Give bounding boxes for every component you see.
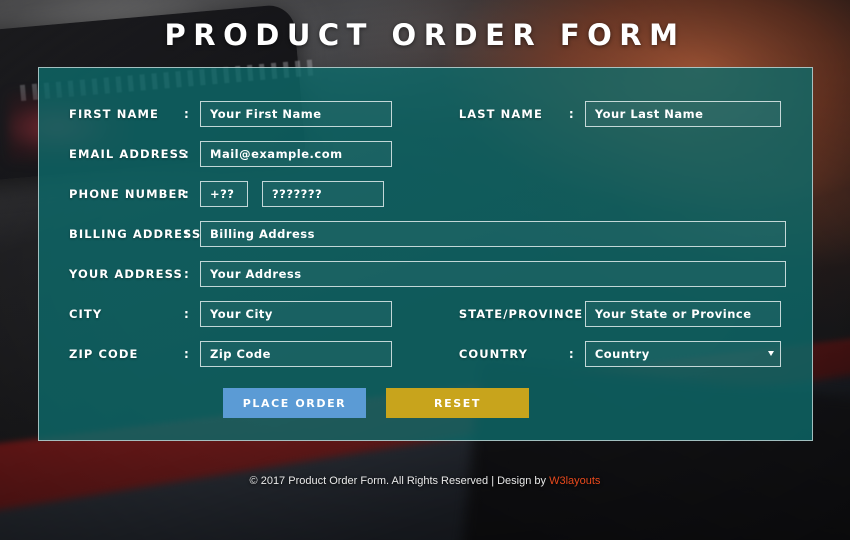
your-address-input[interactable] <box>200 261 786 287</box>
field-group-billing-address: BILLING ADDRESS : <box>69 214 786 254</box>
form-row: FIRST NAME : LAST NAME : <box>69 94 782 134</box>
footer: © 2017 Product Order Form. All Rights Re… <box>0 475 850 487</box>
billing-address-input[interactable] <box>200 221 786 247</box>
field-group-your-address: YOUR ADDRESS : <box>69 254 786 294</box>
phone-number-input[interactable] <box>262 181 384 207</box>
label-last-name: LAST NAME <box>458 107 543 121</box>
label-colon: : <box>568 347 574 361</box>
field-group-email: EMAIL ADDRESS : <box>69 134 461 174</box>
form-row: EMAIL ADDRESS : <box>69 134 782 174</box>
label-colon: : <box>184 107 189 121</box>
w3layouts-link[interactable]: W3layouts <box>549 475 600 487</box>
label-country: COUNTRY <box>458 347 529 361</box>
field-group-zip-code: ZIP CODE : <box>69 334 459 374</box>
field-group-country: COUNTRY : Country <box>459 334 782 374</box>
label-city: CITY <box>69 307 103 321</box>
label-colon: : <box>184 307 189 321</box>
form-row: ZIP CODE : COUNTRY : Country <box>69 334 782 374</box>
field-group-last-name: LAST NAME : <box>459 94 782 134</box>
city-input[interactable] <box>200 301 392 327</box>
label-zip-code: ZIP CODE <box>69 347 139 361</box>
field-group-city: CITY : <box>69 294 459 334</box>
label-colon: : <box>184 267 189 281</box>
form-row: YOUR ADDRESS : <box>69 254 786 294</box>
label-colon: : <box>184 347 189 361</box>
field-group-first-name: FIRST NAME : <box>69 94 459 134</box>
footer-copyright-text: © 2017 Product Order Form. All Rights Re… <box>249 475 550 487</box>
label-colon: : <box>184 187 189 201</box>
last-name-input[interactable] <box>584 101 781 127</box>
label-phone-number: PHONE NUMBER <box>69 187 188 201</box>
phone-country-code-input[interactable] <box>200 181 248 207</box>
label-colon: : <box>568 307 574 321</box>
field-group-state-province: STATE/PROVINCE : <box>459 294 782 334</box>
label-state-province: STATE/PROVINCE <box>458 307 584 321</box>
label-first-name: FIRST NAME <box>69 107 159 121</box>
label-billing-address: BILLING ADDRESS <box>69 227 202 241</box>
field-group-phone: PHONE NUMBER : <box>69 174 461 214</box>
label-email-address: EMAIL ADDRESS <box>69 147 188 161</box>
form-actions: PLACE ORDER RESET <box>223 388 782 418</box>
label-colon: : <box>184 227 189 241</box>
page-root: PRODUCT ORDER FORM FIRST NAME : LAST NAM… <box>0 0 850 540</box>
country-select[interactable]: Country <box>584 341 781 367</box>
form-row: PHONE NUMBER : <box>69 174 782 214</box>
place-order-button[interactable]: PLACE ORDER <box>223 388 366 418</box>
first-name-input[interactable] <box>200 101 392 127</box>
label-your-address: YOUR ADDRESS <box>69 267 183 281</box>
country-select-wrapper: Country <box>584 341 781 367</box>
label-colon: : <box>184 147 189 161</box>
label-colon: : <box>568 107 574 121</box>
reset-button[interactable]: RESET <box>386 388 529 418</box>
form-row: CITY : STATE/PROVINCE : <box>69 294 782 334</box>
order-form-panel: FIRST NAME : LAST NAME : EMAIL ADDRESS :… <box>38 67 813 441</box>
zip-code-input[interactable] <box>200 341 392 367</box>
form-row: BILLING ADDRESS : <box>69 214 786 254</box>
state-province-input[interactable] <box>584 301 781 327</box>
email-input[interactable] <box>200 141 392 167</box>
page-title: PRODUCT ORDER FORM <box>164 18 686 52</box>
